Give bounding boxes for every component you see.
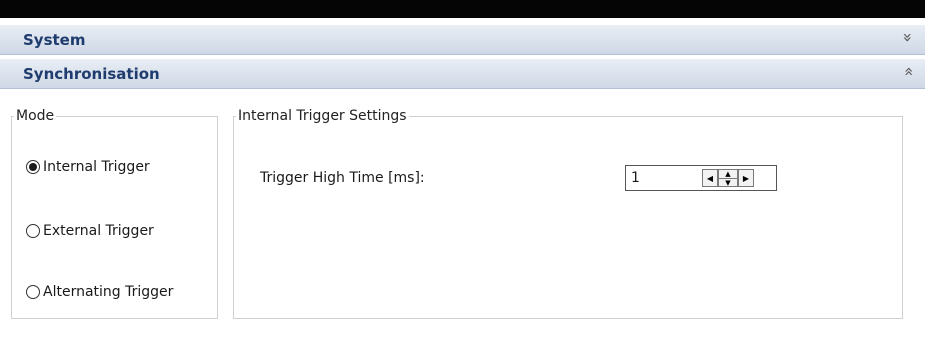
section-header-system[interactable]: System » [0,25,925,55]
triangle-down-icon[interactable]: ▼ [719,178,737,187]
radio-internal-trigger[interactable]: Internal Trigger [26,159,150,175]
radio-alternating-trigger[interactable]: Alternating Trigger [26,284,173,300]
radio-button-icon[interactable] [26,160,40,174]
mode-group: Mode Internal Trigger External Trigger A… [11,108,218,319]
radio-label: Alternating Trigger [43,284,174,300]
mode-legend: Mode [16,108,55,124]
triangle-up-icon[interactable]: ▲ [719,170,737,178]
triangle-right-icon[interactable]: ▶ [738,169,754,187]
trigger-high-time-label: Trigger High Time [ms]: [260,170,425,186]
radio-label: External Trigger [43,223,154,239]
chevron-double-up-icon[interactable]: » [899,67,918,77]
chevron-double-down-icon[interactable]: » [899,33,918,43]
top-bar [0,0,925,18]
internal-trigger-settings-legend: Internal Trigger Settings [238,108,407,124]
trigger-high-time-stepper[interactable]: 1 ◀ ▲ ▼ ▶ [625,165,777,191]
section-title-system: System [23,31,86,49]
triangle-left-icon[interactable]: ◀ [702,169,718,187]
radio-external-trigger[interactable]: External Trigger [26,223,154,239]
section-title-synchronisation: Synchronisation [23,65,160,83]
radio-button-icon[interactable] [26,285,40,299]
internal-trigger-settings-group: Internal Trigger Settings Trigger High T… [233,108,903,319]
radio-button-icon[interactable] [26,224,40,238]
section-header-synchronisation[interactable]: Synchronisation » [0,59,925,89]
trigger-high-time-value[interactable]: 1 [631,170,640,186]
radio-label: Internal Trigger [43,159,150,175]
spin-up-down-buttons[interactable]: ▲ ▼ [718,169,738,187]
